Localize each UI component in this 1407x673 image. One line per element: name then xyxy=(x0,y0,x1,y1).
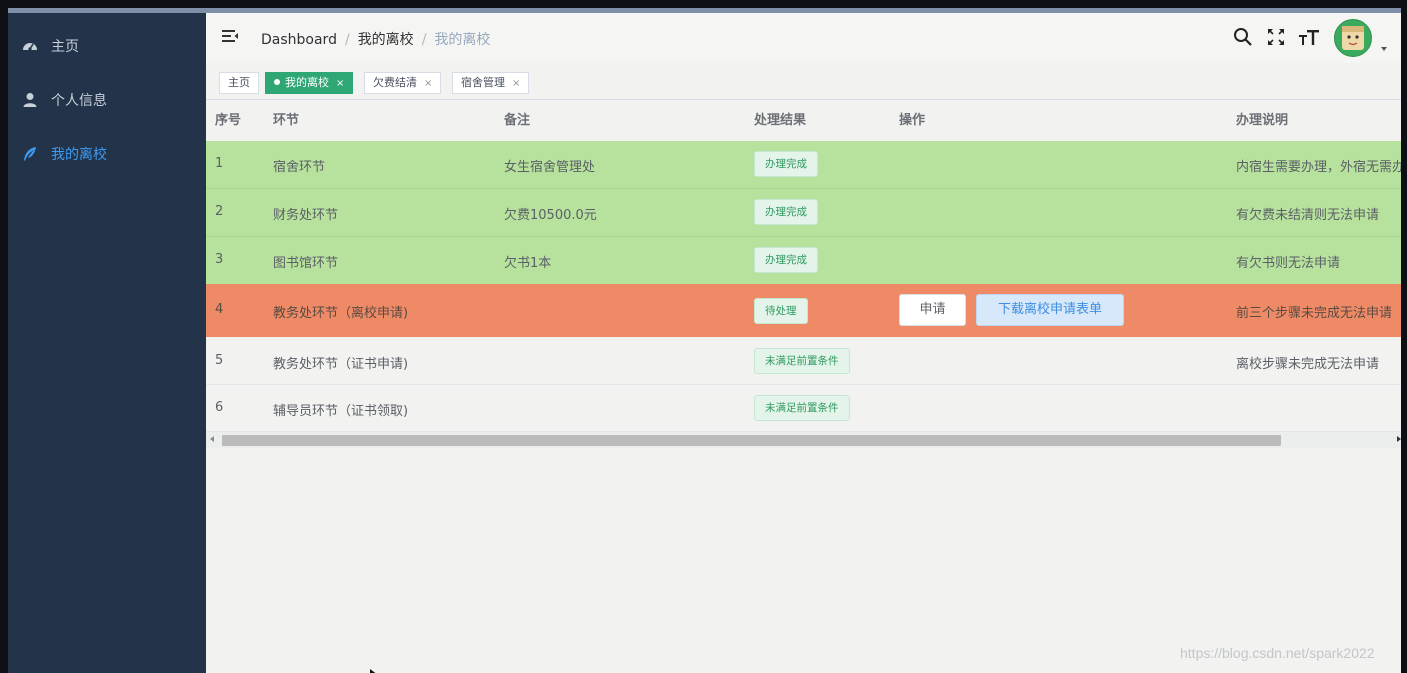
navbar: Dashboard / 我的离校 / 我的离校 xyxy=(206,13,1401,63)
breadcrumb-item-leave[interactable]: 我的离校 xyxy=(358,32,414,48)
active-dot-icon xyxy=(274,79,280,85)
sidebar-item-profile[interactable]: 个人信息 xyxy=(8,80,206,120)
user-icon xyxy=(23,93,37,107)
tag-label: 主页 xyxy=(228,76,250,89)
close-icon[interactable]: × xyxy=(336,78,344,89)
cell-step: 辅导员环节（证书领取) xyxy=(273,404,409,419)
cell-step: 宿舍环节 xyxy=(273,160,326,175)
download-form-button[interactable]: 下载离校申请表单 xyxy=(976,294,1124,326)
main-area: Dashboard / 我的离校 / 我的离校 主页 我的离校 × 欠费结清 ×… xyxy=(206,13,1401,673)
cell-desc: 内宿生需要办理，外宿无需办 xyxy=(1236,160,1401,175)
cell-step: 教务处环节（证书申请) xyxy=(273,357,409,372)
breadcrumb-separator: / xyxy=(421,32,427,48)
search-icon[interactable] xyxy=(1233,27,1253,47)
status-badge: 办理完成 xyxy=(754,151,818,177)
tag-home[interactable]: 主页 xyxy=(219,72,259,94)
column-header: 办理说明 xyxy=(1236,113,1289,128)
chevron-down-icon[interactable] xyxy=(1381,47,1387,51)
table-row: 1 宿舍环节 女生宿舍管理处 办理完成 内宿生需要办理，外宿无需办 xyxy=(206,141,1401,189)
tag-leave-school[interactable]: 我的离校 × xyxy=(265,72,354,94)
avatar-image xyxy=(1335,20,1371,56)
column-header: 环节 xyxy=(273,113,300,128)
cell-note: 女生宿舍管理处 xyxy=(504,160,596,175)
cell-no: 2 xyxy=(215,204,224,219)
table-row: 4 教务处环节（离校申请) 待处理 申请 下载离校申请表单 前三个步骤未完成无法… xyxy=(206,284,1401,337)
status-badge: 办理完成 xyxy=(754,199,818,225)
cell-desc: 前三个步骤未完成无法申请 xyxy=(1236,306,1393,321)
column-header: 操作 xyxy=(899,113,926,128)
close-icon[interactable]: × xyxy=(512,78,520,89)
dashboard-icon xyxy=(23,43,37,51)
status-badge: 办理完成 xyxy=(754,247,818,273)
cell-no: 5 xyxy=(215,353,224,368)
status-badge: 未满足前置条件 xyxy=(754,348,850,374)
cell-step: 财务处环节 xyxy=(273,208,339,223)
close-icon[interactable]: × xyxy=(424,78,432,89)
cell-no: 4 xyxy=(215,302,224,317)
tag-label: 欠费结清 xyxy=(373,76,417,89)
breadcrumb: Dashboard / 我的离校 / 我的离校 xyxy=(261,29,490,49)
sidebar-item-home[interactable]: 主页 xyxy=(8,26,206,66)
table-header: 序号 环节 备注 处理结果 操作 办理说明 xyxy=(206,100,1401,141)
breadcrumb-separator: / xyxy=(344,32,350,48)
cell-no: 3 xyxy=(215,252,224,267)
tags-view: 主页 我的离校 × 欠费结清 × 宿舍管理 × xyxy=(206,63,1401,100)
feather-icon xyxy=(24,147,36,161)
avatar[interactable] xyxy=(1334,19,1372,57)
table-row: 6 辅导员环节（证书领取) 未满足前置条件 xyxy=(206,385,1401,432)
cell-no: 6 xyxy=(215,400,224,415)
status-badge: 未满足前置条件 xyxy=(754,395,850,421)
scroll-left-arrow-icon[interactable] xyxy=(210,436,214,442)
cell-step: 教务处环节（离校申请) xyxy=(273,306,409,321)
font-size-icon[interactable] xyxy=(1298,27,1320,47)
fullscreen-icon[interactable] xyxy=(1266,27,1286,47)
column-header: 处理结果 xyxy=(754,113,807,128)
leave-steps-table: 序号 环节 备注 处理结果 操作 办理说明 1 宿舍环节 女生宿舍管理处 办理完… xyxy=(206,100,1401,432)
cell-desc: 离校步骤未完成无法申请 xyxy=(1236,357,1380,372)
table-row: 5 教务处环节（证书申请) 未满足前置条件 离校步骤未完成无法申请 xyxy=(206,337,1401,385)
scrollbar-thumb[interactable] xyxy=(222,435,1281,446)
table-row: 2 财务处环节 欠费10500.0元 办理完成 有欠费未结清则无法申请 xyxy=(206,189,1401,237)
sidebar-item-label: 主页 xyxy=(51,39,79,55)
tag-dorm[interactable]: 宿舍管理 × xyxy=(452,72,530,94)
sidebar-item-label: 个人信息 xyxy=(51,93,107,109)
column-header: 备注 xyxy=(504,113,531,128)
breadcrumb-item-current: 我的离校 xyxy=(434,32,491,48)
tag-label: 宿舍管理 xyxy=(461,76,505,89)
mouse-cursor-icon xyxy=(370,669,376,673)
sidebar: 主页 个人信息 我的离校 xyxy=(8,13,206,673)
cell-step: 图书馆环节 xyxy=(273,256,339,271)
hamburger-icon[interactable] xyxy=(222,29,238,43)
apply-button[interactable]: 申请 xyxy=(899,294,966,326)
cell-note: 欠费10500.0元 xyxy=(504,208,597,223)
table-row: 3 图书馆环节 欠书1本 办理完成 有欠书则无法申请 xyxy=(206,237,1401,284)
watermark: https://blog.csdn.net/spark2022 xyxy=(1180,645,1375,661)
tag-label: 我的离校 xyxy=(285,76,329,89)
cell-desc: 有欠费未结清则无法申请 xyxy=(1236,208,1380,223)
scroll-right-arrow-icon[interactable] xyxy=(1397,436,1401,442)
cell-desc: 有欠书则无法申请 xyxy=(1236,256,1341,271)
sidebar-item-leave-school[interactable]: 我的离校 xyxy=(8,134,206,174)
cell-no: 1 xyxy=(215,156,224,171)
status-badge: 待处理 xyxy=(754,298,808,324)
sidebar-item-label: 我的离校 xyxy=(51,147,107,163)
breadcrumb-item-dashboard[interactable]: Dashboard xyxy=(261,32,337,48)
cell-note: 欠书1本 xyxy=(504,256,552,271)
tag-arrears[interactable]: 欠费结清 × xyxy=(364,72,442,94)
column-header: 序号 xyxy=(215,113,242,128)
horizontal-scrollbar[interactable] xyxy=(206,432,1401,448)
app-window: 主页 个人信息 我的离校 Dashboard / 我的离校 / 我的离校 主页 … xyxy=(8,8,1401,673)
